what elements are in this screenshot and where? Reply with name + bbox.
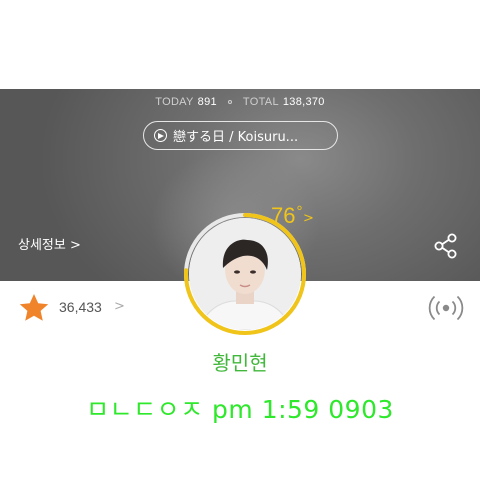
share-icon[interactable] <box>432 232 460 260</box>
today-label: TODAY <box>155 96 194 108</box>
caption-text: ㅁㄴㄷㅇㅈ pm 1:59 0903 <box>86 395 394 424</box>
song-title: 戀する日 / Koisuru... <box>173 130 299 145</box>
artist-avatar[interactable] <box>189 218 301 330</box>
detail-info-link[interactable]: 상세정보 > <box>18 234 81 253</box>
artist-name: 황민현 <box>212 351 268 375</box>
total-count: 138,370 <box>282 96 325 108</box>
avatar-photo <box>189 218 301 330</box>
star-icon[interactable] <box>18 292 50 324</box>
broadcast-icon[interactable] <box>428 293 464 323</box>
fan-chevron-icon[interactable]: > <box>114 299 125 314</box>
play-icon <box>154 129 167 142</box>
today-count: 891 <box>197 96 217 108</box>
total-label: TOTAL <box>242 96 279 108</box>
fan-count[interactable]: 36,433 <box>59 299 102 315</box>
song-play-button[interactable]: 戀する日 / Koisuru... <box>143 121 338 150</box>
stats-separator-icon <box>227 99 232 104</box>
visitor-stats: TODAY 891 TOTAL 138,370 <box>0 96 480 108</box>
